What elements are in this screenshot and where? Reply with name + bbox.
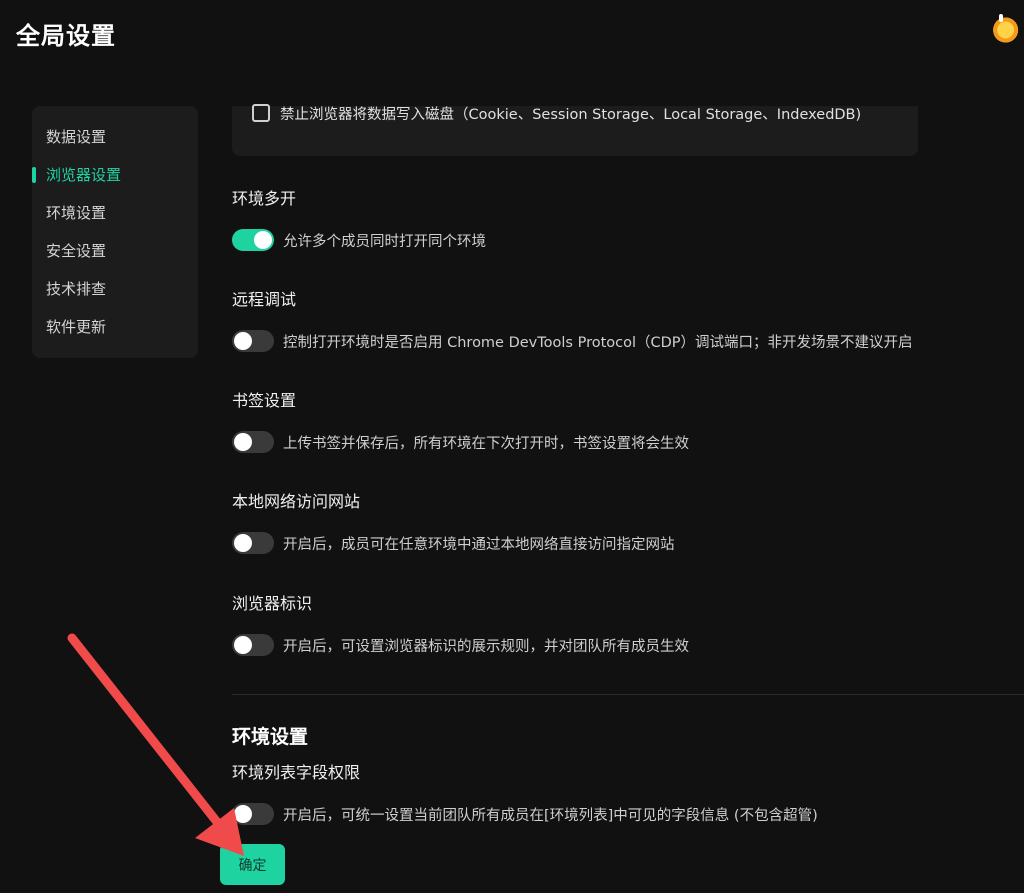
remote-debug-toggle[interactable] [232,330,274,352]
section-title-environment: 环境设置 [232,726,309,748]
sidebar-item-data[interactable]: 数据设置 [32,118,198,156]
sidebar-item-security[interactable]: 安全设置 [32,232,198,270]
setting-title: 环境列表字段权限 [232,763,361,782]
setting-bookmarks: 书签设置 上传书签并保存后，所有环境在下次打开时，书签设置将会生效 [232,390,689,453]
storage-option-card: 禁止浏览器将数据写入磁盘（Cookie、Session Storage、Loca… [232,104,918,156]
toggle-knob [234,534,252,552]
sidebar-item-environment[interactable]: 环境设置 [32,194,198,232]
setting-description: 开启后，成员可在任意环境中通过本地网络直接访问指定网站 [283,536,675,553]
disable-disk-write-checkbox[interactable] [252,104,270,122]
setting-local-network: 本地网络访问网站 开启后，成员可在任意环境中通过本地网络直接访问指定网站 [232,491,675,554]
toggle-knob [254,231,272,249]
setting-title: 本地网络访问网站 [232,492,361,511]
section-divider [232,694,1024,695]
page-title: 全局设置 [16,22,116,50]
sidebar-item-update[interactable]: 软件更新 [32,308,198,346]
toggle-knob [234,636,252,654]
disable-disk-write-label: 禁止浏览器将数据写入磁盘（Cookie、Session Storage、Loca… [280,107,862,123]
local-network-toggle[interactable] [232,532,274,554]
setting-title: 浏览器标识 [232,594,313,613]
setting-title: 环境多开 [232,189,297,208]
setting-remote-debug: 远程调试 控制打开环境时是否启用 Chrome DevTools Protoco… [232,289,913,352]
setting-multi-open: 环境多开 允许多个成员同时打开同个环境 [232,188,486,251]
sidebar-item-troubleshoot[interactable]: 技术排查 [32,270,198,308]
toggle-knob [234,433,252,451]
toggle-knob [234,332,252,350]
setting-title: 书签设置 [232,391,297,410]
setting-field-permission: 环境列表字段权限 开启后，可统一设置当前团队所有成员在[环境列表]中可见的字段信… [232,762,818,825]
arrow-shaft [67,633,222,827]
setting-description: 允许多个成员同时打开同个环境 [283,233,486,250]
setting-description: 开启后，可统一设置当前团队所有成员在[环境列表]中可见的字段信息 (不包含超管) [283,807,818,824]
setting-description: 开启后，可设置浏览器标识的展示规则，并对团队所有成员生效 [283,638,689,655]
confirm-button[interactable]: 确定 [220,844,285,885]
setting-browser-badge: 浏览器标识 开启后，可设置浏览器标识的展示规则，并对团队所有成员生效 [232,593,689,656]
browser-badge-toggle[interactable] [232,634,274,656]
toggle-knob [234,805,252,823]
multi-open-toggle[interactable] [232,229,274,251]
setting-description: 上传书签并保存后，所有环境在下次打开时，书签设置将会生效 [283,435,689,452]
bookmarks-toggle[interactable] [232,431,274,453]
setting-title: 远程调试 [232,290,297,309]
field-permission-toggle[interactable] [232,803,274,825]
sidebar: 数据设置 浏览器设置 环境设置 安全设置 技术排查 软件更新 [32,106,198,358]
settings-panel: 禁止浏览器将数据写入磁盘（Cookie、Session Storage、Loca… [232,0,1024,893]
setting-description: 控制打开环境时是否启用 Chrome DevTools Protocol（CDP… [283,334,913,351]
sidebar-item-browser[interactable]: 浏览器设置 [32,156,198,194]
